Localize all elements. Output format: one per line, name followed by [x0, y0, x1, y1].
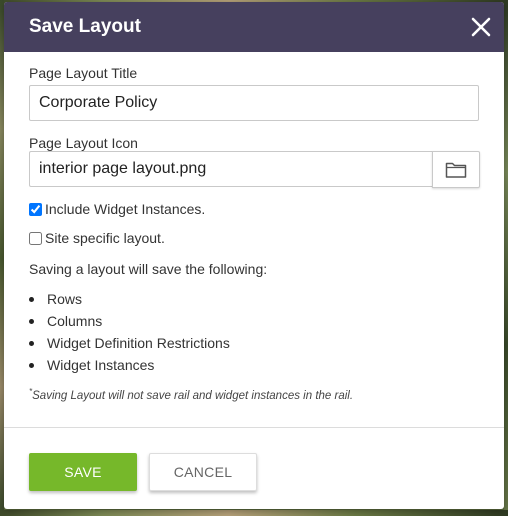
icon-label: Page Layout Icon [29, 135, 138, 151]
background-bottom [0, 510, 508, 516]
include-widgets-label: Include Widget Instances. [45, 201, 206, 217]
dialog-header: Save Layout [4, 2, 504, 52]
close-icon [471, 17, 491, 37]
save-layout-dialog: Save Layout Page Layout Title Page Layou… [4, 2, 504, 509]
layout-icon-input[interactable] [29, 151, 433, 187]
site-specific-row[interactable]: Site specific layout. [29, 230, 165, 246]
layout-title-input[interactable] [29, 85, 479, 121]
dialog-title: Save Layout [29, 16, 141, 37]
info-intro: Saving a layout will save the following: [29, 261, 268, 277]
title-label: Page Layout Title [29, 65, 138, 81]
bullet-icon [29, 341, 34, 346]
include-widgets-row[interactable]: Include Widget Instances. [29, 201, 205, 217]
close-button[interactable] [466, 12, 496, 42]
folder-icon [445, 162, 467, 178]
save-button[interactable]: SAVE [29, 453, 137, 491]
background-right [504, 0, 508, 516]
list-item: Columns [29, 313, 102, 329]
footnote: *Saving Layout will not save rail and wi… [29, 387, 353, 402]
site-specific-label: Site specific layout. [45, 230, 165, 246]
bullet-icon [29, 363, 34, 368]
footnote-text: Saving Layout will not save rail and wid… [32, 389, 354, 402]
footer-divider [4, 427, 504, 428]
list-item: Widget Definition Restrictions [29, 335, 230, 351]
cancel-button[interactable]: CANCEL [149, 453, 257, 491]
bullet-icon [29, 297, 34, 302]
list-item: Widget Instances [29, 357, 154, 373]
site-specific-checkbox[interactable] [29, 231, 42, 245]
list-item: Rows [29, 291, 82, 307]
include-widgets-checkbox[interactable] [29, 202, 42, 216]
browse-icon-button[interactable] [432, 151, 480, 188]
bullet-icon [29, 319, 34, 324]
